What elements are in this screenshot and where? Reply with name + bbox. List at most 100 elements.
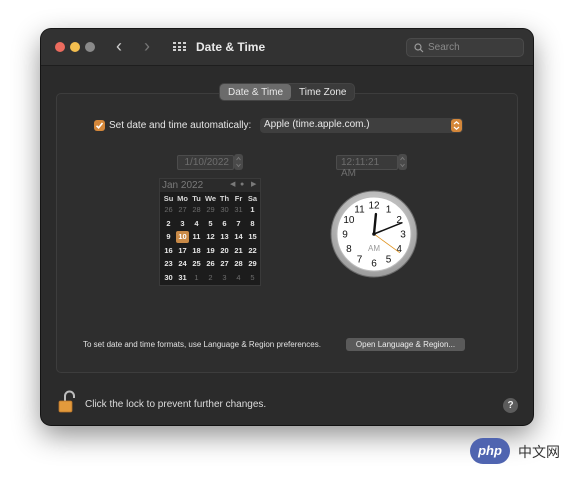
calendar-day[interactable]: 27 xyxy=(176,204,189,216)
minimize-button[interactable] xyxy=(70,42,80,52)
calendar-header: Jan 2022 ◀ ● ▶ xyxy=(160,179,260,192)
calendar-day[interactable]: 1 xyxy=(190,272,203,284)
search-input[interactable] xyxy=(428,40,518,55)
open-language-region-button[interactable]: Open Language & Region... xyxy=(346,338,465,351)
calendar-day[interactable]: 22 xyxy=(246,245,259,257)
weekday-label: Th xyxy=(219,194,230,203)
calendar-day[interactable]: 17 xyxy=(176,245,189,257)
calendar-day[interactable]: 7 xyxy=(232,218,245,230)
calendar: Jan 2022 ◀ ● ▶ Su Mo Tu We Th Fr Sa 26 27 28 29 30 3… xyxy=(159,178,261,286)
preferences-window: ‹ › Date & Time Date & Time Time Zone Se… xyxy=(41,29,533,425)
calendar-day[interactable]: 24 xyxy=(176,258,189,270)
calendar-day[interactable]: 8 xyxy=(246,218,259,230)
calendar-month: Jan 2022 xyxy=(162,180,204,191)
calendar-day[interactable]: 27 xyxy=(218,258,231,270)
checkmark-icon xyxy=(95,122,104,129)
calendar-day[interactable]: 26 xyxy=(204,258,217,270)
lock-text: Click the lock to prevent further change… xyxy=(85,399,267,410)
calendar-day[interactable]: 4 xyxy=(190,218,203,230)
calendar-day[interactable]: 2 xyxy=(204,272,217,284)
weekday-label: Mo xyxy=(177,194,188,203)
close-button[interactable] xyxy=(55,42,65,52)
stepper-icon xyxy=(236,156,241,168)
clock-center xyxy=(372,232,376,236)
calendar-day[interactable]: 3 xyxy=(176,218,189,230)
prev-month-icon[interactable]: ◀ xyxy=(230,180,235,190)
calendar-day[interactable]: 15 xyxy=(246,231,259,243)
clock-ampm: AM xyxy=(368,244,380,253)
forward-icon[interactable]: › xyxy=(144,37,150,55)
calendar-day[interactable]: 2 xyxy=(162,218,175,230)
calendar-day[interactable]: 4 xyxy=(232,272,245,284)
watermark-text: 中文网 xyxy=(518,444,560,460)
search-icon xyxy=(414,43,424,53)
next-month-icon[interactable]: ▶ xyxy=(251,180,256,190)
calendar-day[interactable]: 16 xyxy=(162,245,175,257)
clock-numeral: 1 xyxy=(386,204,392,215)
weekday-label: Tu xyxy=(192,194,201,203)
calendar-day[interactable]: 31 xyxy=(176,272,189,284)
calendar-day[interactable]: 30 xyxy=(218,204,231,216)
tab-bar: Date & Time Time Zone xyxy=(219,83,356,101)
weekday-label: Su xyxy=(163,194,174,203)
clock-numeral: 9 xyxy=(342,230,348,241)
clock-numeral: 11 xyxy=(354,204,365,215)
time-field[interactable]: 12:11:21 AM xyxy=(336,155,398,179)
date-field[interactable]: 1/10/2022 xyxy=(177,155,234,170)
calendar-day[interactable]: 5 xyxy=(204,218,217,230)
calendar-day[interactable]: 21 xyxy=(232,245,245,257)
title-bar: ‹ › Date & Time xyxy=(41,29,533,66)
tab-date-time[interactable]: Date & Time xyxy=(220,84,292,100)
time-server-popup[interactable]: Apple (time.apple.com.) xyxy=(260,118,463,133)
clock-numeral: 5 xyxy=(386,255,392,266)
clock-numeral: 12 xyxy=(368,201,380,212)
clock-numeral: 7 xyxy=(357,255,363,266)
search-field[interactable] xyxy=(406,38,524,57)
calendar-day[interactable]: 11 xyxy=(190,231,203,243)
clock-numeral: 8 xyxy=(346,244,352,255)
calendar-day[interactable]: 18 xyxy=(190,245,203,257)
date-stepper[interactable] xyxy=(234,154,243,170)
watermark-logo: php xyxy=(470,438,510,464)
calendar-day[interactable]: 29 xyxy=(246,258,259,270)
lock-icon[interactable] xyxy=(56,389,78,415)
calendar-day[interactable]: 3 xyxy=(218,272,231,284)
content-panel xyxy=(56,93,518,373)
calendar-day[interactable]: 19 xyxy=(204,245,217,257)
tab-time-zone[interactable]: Time Zone xyxy=(291,84,354,100)
calendar-day[interactable]: 23 xyxy=(162,258,175,270)
calendar-day[interactable]: 30 xyxy=(162,272,175,284)
calendar-day[interactable]: 31 xyxy=(232,204,245,216)
weekday-label: Fr xyxy=(234,194,243,203)
calendar-day[interactable]: 9 xyxy=(162,231,175,243)
calendar-day[interactable]: 25 xyxy=(190,258,203,270)
back-icon[interactable]: ‹ xyxy=(116,37,122,55)
calendar-day[interactable]: 6 xyxy=(218,218,231,230)
today-icon[interactable]: ● xyxy=(240,180,244,190)
weekday-label: Sa xyxy=(247,194,258,203)
formats-note: To set date and time formats, use Langua… xyxy=(83,340,321,349)
calendar-day[interactable]: 26 xyxy=(162,204,175,216)
zoom-button[interactable] xyxy=(85,42,95,52)
analog-clock[interactable]: 12 1234567891011 AM xyxy=(330,190,418,278)
stepper-icon xyxy=(400,156,405,168)
calendar-day[interactable]: 10 xyxy=(176,231,189,243)
calendar-day[interactable]: 28 xyxy=(190,204,203,216)
auto-time-label: Set date and time automatically: xyxy=(109,120,252,131)
clock-numeral: 4 xyxy=(396,244,402,255)
clock-numeral: 6 xyxy=(371,259,377,270)
calendar-day[interactable]: 12 xyxy=(204,231,217,243)
time-server-value: Apple (time.apple.com.) xyxy=(264,119,370,130)
calendar-day[interactable]: 20 xyxy=(218,245,231,257)
calendar-day[interactable]: 1 xyxy=(246,204,259,216)
auto-time-checkbox[interactable] xyxy=(94,120,105,131)
show-all-grid-icon[interactable] xyxy=(173,42,186,52)
help-button[interactable]: ? xyxy=(503,398,518,413)
calendar-day[interactable]: 29 xyxy=(204,204,217,216)
calendar-day[interactable]: 13 xyxy=(218,231,231,243)
calendar-day[interactable]: 14 xyxy=(232,231,245,243)
calendar-day[interactable]: 5 xyxy=(246,272,259,284)
calendar-day[interactable]: 28 xyxy=(232,258,245,270)
time-stepper[interactable] xyxy=(398,154,407,170)
window-title: Date & Time xyxy=(196,40,266,54)
